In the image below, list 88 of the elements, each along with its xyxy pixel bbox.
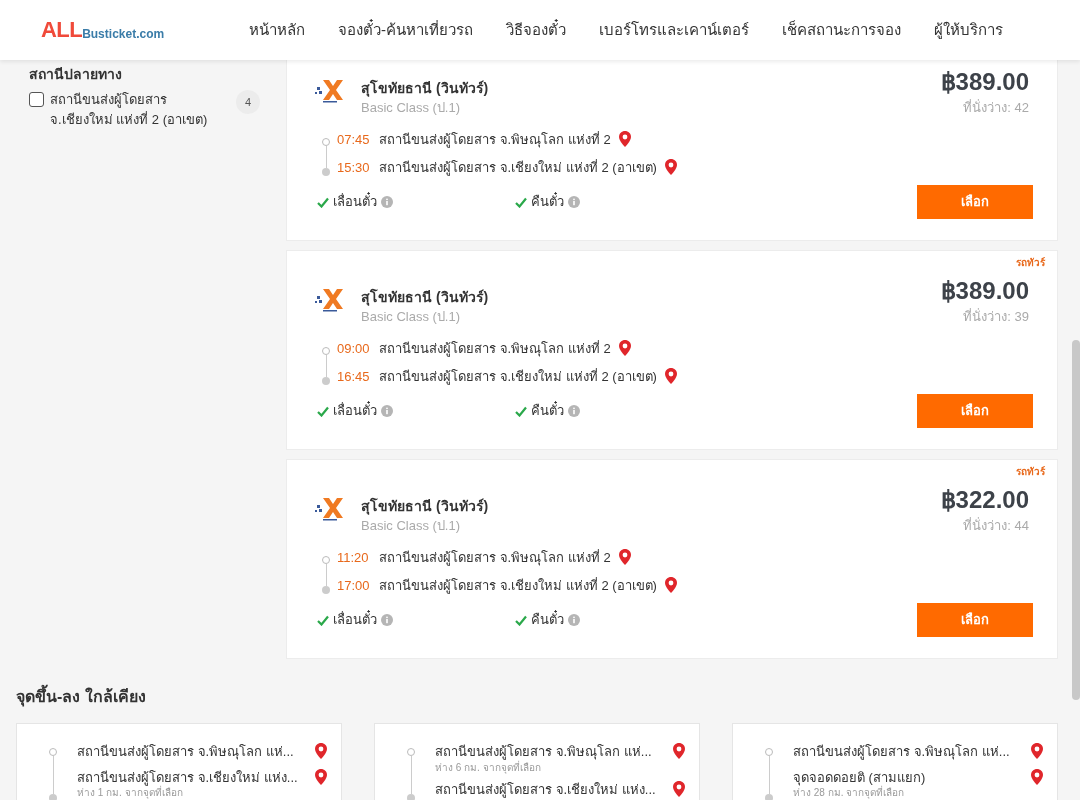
feature-label: คืนตั๋ว [531, 610, 564, 630]
operator-name: สุโขทัยธานี (วินทัวร์) [361, 287, 489, 307]
bus-class: Basic Class (ป.1) [361, 517, 462, 535]
operator-name: สุโขทัยธานี (วินทัวร์) [361, 78, 489, 98]
arrival-time: 16:45 [337, 367, 371, 386]
map-pin-icon [618, 131, 631, 149]
departure-station: สถานีขนส่งผู้โดยสาร จ.พิษณุโลก แห่งที่ 2 [379, 130, 611, 150]
departure-time: 09:00 [337, 340, 371, 358]
nearby-route-card[interactable]: สถานีขนส่งผู้โดยสาร จ.พิษณุโลก แห่... จุดจอดดอยติ (สามแยก) ห่าง 28 กม. จากจุดที่เลือก [732, 723, 1058, 800]
info-icon[interactable] [568, 614, 580, 626]
option-count: 4 [236, 90, 260, 114]
nearby-route-card[interactable]: สถานีขนส่งผู้โดยสาร จ.พิษณุโลก แห่... สถานีขนส่งผู้โดยสาร จ.เชียงใหม่ แห่ง... ห่าง 1 กม. จากจุดที่เลือก [16, 723, 342, 800]
nav-link[interactable]: หน้าหลัก [249, 18, 305, 42]
route-timeline [322, 138, 330, 176]
arrival-station: สถานีขนส่งผู้โดยสาร จ.เชียงใหม่ แห่งที่ 2 (อาเขต) [379, 158, 657, 177]
scrollbar-thumb[interactable] [1072, 340, 1080, 700]
check-icon [515, 614, 527, 626]
operator-logo [315, 78, 345, 104]
checkbox[interactable] [29, 92, 44, 107]
info-icon[interactable] [381, 405, 393, 417]
nav-link[interactable]: จองตั๋ว-ค้นหาเที่ยวรถ [338, 18, 473, 42]
departure-station: สถานีขนส่งผู้โดยสาร จ.พิษณุโลก แห่งที่ 2 [379, 339, 611, 359]
price: ฿389.00 [940, 67, 1029, 97]
bus-class: Basic Class (ป.1) [361, 99, 462, 117]
info-icon[interactable] [381, 614, 393, 626]
check-icon [317, 405, 329, 417]
feature-label: เลื่อนตั๋ว [333, 192, 377, 212]
stop-name: จุดจอดดอยติ (สามแยก) [793, 768, 926, 786]
nav-link[interactable]: เช็คสถานะการจอง [782, 18, 901, 42]
bus-class: Basic Class (ป.1) [361, 308, 462, 326]
operator-logo [315, 496, 345, 522]
feature-label: คืนตั๋ว [531, 401, 564, 421]
map-pin-icon [618, 340, 631, 358]
map-pin-icon [673, 743, 685, 761]
map-pin-icon [315, 743, 327, 761]
stop-name: สถานีขนส่งผู้โดยสาร จ.เชียงใหม่ แห่ง... [77, 768, 298, 786]
info-icon[interactable] [381, 196, 393, 208]
nav-link[interactable]: เบอร์โทรและเคาน์เตอร์ [599, 18, 749, 42]
nearby-route-card[interactable]: สถานีขนส่งผู้โดยสาร จ.พิษณุโลก แห่... ห่าง 6 กม. จากจุดที่เลือก สถานีขนส่งผู้โดยสาร จ.เชียงใหม่ แห่ง... [374, 723, 700, 800]
departure-time: 07:45 [337, 131, 371, 149]
map-pin-icon [315, 768, 327, 786]
map-pin-icon [664, 158, 677, 176]
departure-time: 11:20 [337, 549, 370, 567]
feature-label: เลื่อนตั๋ว [333, 401, 377, 421]
arrival-station: สถานีขนส่งผู้โดยสาร จ.เชียงใหม่ แห่งที่ 2 (อาเขต) [379, 367, 657, 386]
route-timeline [322, 347, 330, 385]
distance-note: ห่าง 6 กม. จากจุดที่เลือก [435, 761, 541, 774]
filter-option-label: สถานีขนส่งผู้โดยสาร จ.เชียงใหม่ แห่งที่ 2 (อาเขต) [50, 91, 209, 129]
stop-name: สถานีขนส่งผู้โดยสาร จ.เชียงใหม่ แห่ง... [435, 780, 656, 799]
bus-type-tag: รถทัวร์ [1016, 255, 1045, 270]
info-icon[interactable] [568, 196, 580, 208]
arrival-time: 17:00 [337, 576, 371, 595]
price: ฿322.00 [940, 485, 1029, 515]
nav-link[interactable]: ผู้ให้บริการ [934, 18, 1003, 42]
seats-available: ที่นั่งว่าง: 44 [963, 516, 1029, 535]
route-timeline [763, 748, 775, 800]
map-pin-icon [664, 576, 677, 594]
arrival-time: 15:30 [337, 158, 371, 177]
check-icon [515, 196, 527, 208]
check-icon [317, 196, 329, 208]
section-title: จุดขึ้น-ลง ใกล้เคียง [16, 685, 1080, 709]
map-pin-icon [618, 549, 631, 567]
route-timeline [405, 748, 417, 800]
seats-available: ที่นั่งว่าง: 39 [963, 307, 1029, 326]
check-icon [515, 405, 527, 417]
map-pin-icon [664, 367, 677, 385]
map-pin-icon [1031, 743, 1043, 761]
stop-name: สถานีขนส่งผู้โดยสาร จ.พิษณุโลก แห่... [77, 743, 294, 762]
operator-logo [315, 287, 345, 313]
route-timeline [322, 556, 330, 594]
bus-type-tag: รถทัวร์ [1016, 464, 1045, 479]
stop-name: สถานีขนส่งผู้โดยสาร จ.พิษณุโลก แห่... [793, 743, 1010, 762]
nav-link[interactable]: วิธีจองตั๋ว [506, 18, 566, 42]
arrival-station: สถานีขนส่งผู้โดยสาร จ.เชียงใหม่ แห่งที่ 2 (อาเขต) [379, 576, 657, 595]
map-pin-icon [1031, 768, 1043, 786]
check-icon [317, 614, 329, 626]
info-icon[interactable] [568, 405, 580, 417]
feature-label: คืนตั๋ว [531, 192, 564, 212]
site-logo[interactable]: ALLBusticket.com [41, 19, 241, 41]
filter-title: สถานีปลายทาง [29, 65, 123, 84]
price: ฿389.00 [940, 276, 1029, 306]
operator-name: สุโขทัยธานี (วินทัวร์) [361, 496, 489, 516]
departure-station: สถานีขนส่งผู้โดยสาร จ.พิษณุโลก แห่งที่ 2 [379, 548, 611, 568]
route-timeline [47, 748, 59, 800]
stop-name: สถานีขนส่งผู้โดยสาร จ.พิษณุโลก แห่... [435, 743, 652, 761]
seats-available: ที่นั่งว่าง: 42 [963, 98, 1029, 117]
map-pin-icon [673, 780, 685, 798]
feature-label: เลื่อนตั๋ว [333, 610, 377, 630]
